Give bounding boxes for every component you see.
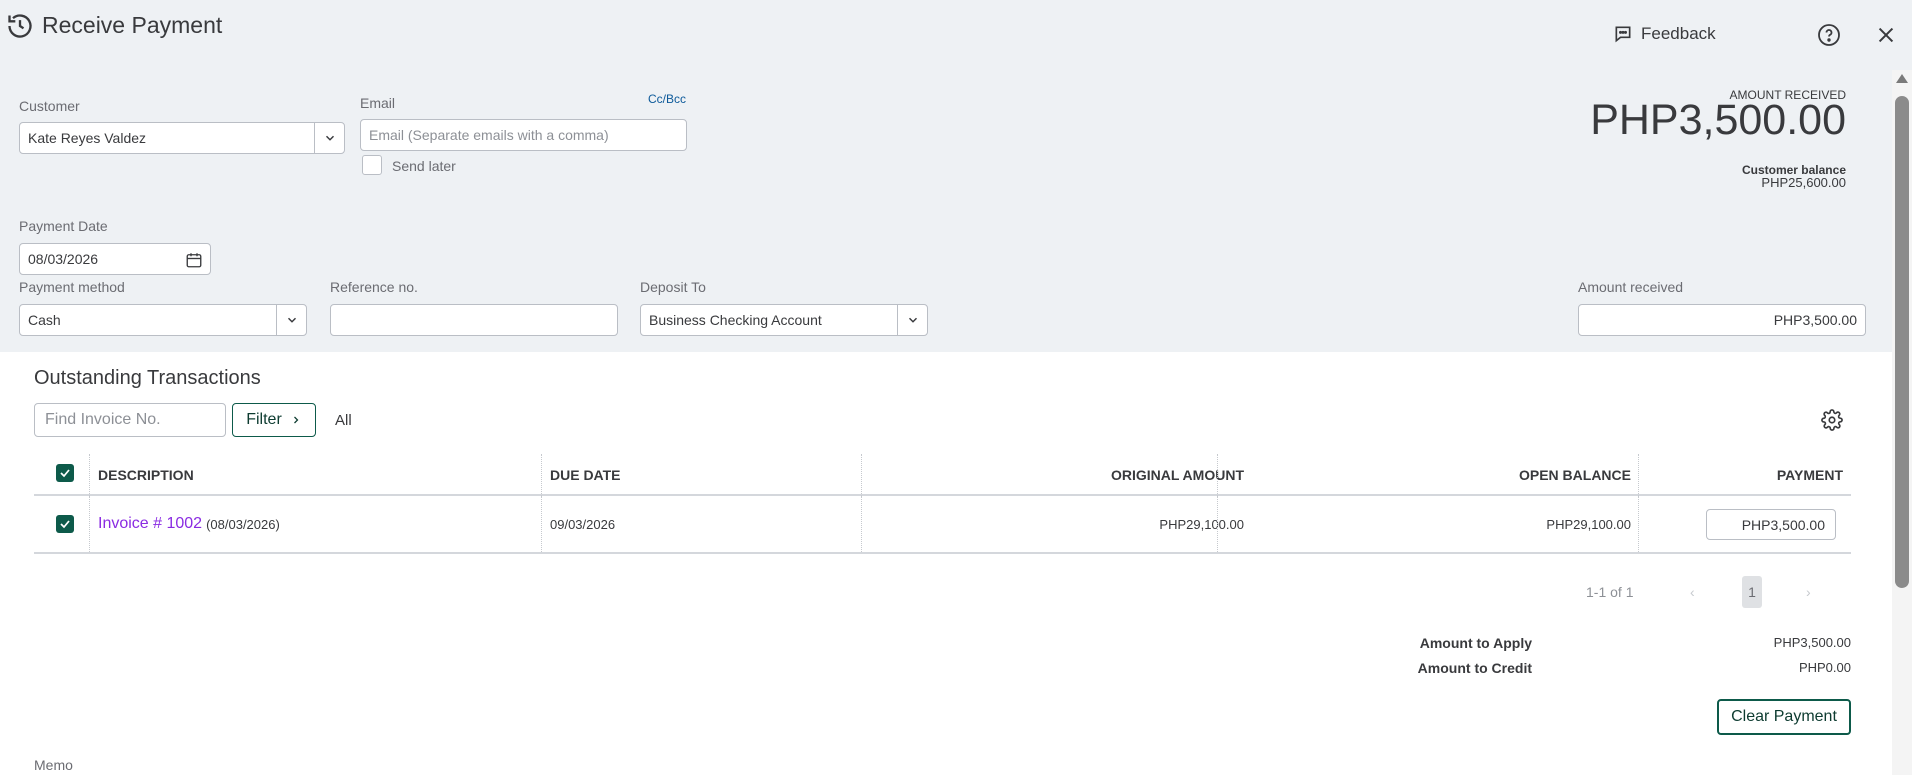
pagination-page-current[interactable]: 1 bbox=[1742, 576, 1762, 608]
payment-date-label: Payment Date bbox=[19, 218, 108, 234]
due-date-cell: 09/03/2026 bbox=[550, 516, 616, 532]
find-invoice-placeholder: Find Invoice No. bbox=[45, 411, 161, 428]
vertical-scrollbar[interactable] bbox=[1892, 70, 1912, 775]
chevron-right-icon bbox=[293, 416, 299, 424]
email-label: Email bbox=[360, 95, 396, 111]
customer-label: Customer bbox=[19, 98, 80, 114]
calendar-icon[interactable] bbox=[185, 251, 203, 269]
row-checkbox[interactable] bbox=[56, 515, 74, 533]
scroll-thumb[interactable] bbox=[1895, 96, 1909, 588]
pagination-range: 1-1 of 1 bbox=[1586, 584, 1634, 600]
history-icon bbox=[8, 14, 32, 38]
feedback-button[interactable]: Feedback bbox=[1613, 22, 1716, 46]
customer-balance-value: PHP25,600.00 bbox=[1761, 175, 1846, 190]
column-header-open-balance[interactable]: OPEN BALANCE bbox=[1519, 454, 1631, 496]
email-input[interactable]: Email (Separate emails with a comma) bbox=[360, 119, 687, 151]
amount-to-credit-value: PHP0.00 bbox=[1798, 660, 1851, 675]
table-row: Invoice # 1002 (08/03/2026) 09/03/2026 P… bbox=[34, 496, 1851, 554]
memo-label: Memo bbox=[34, 757, 73, 773]
payment-method-select[interactable]: Cash bbox=[19, 304, 307, 336]
pagination-prev-button[interactable]: ‹ bbox=[1690, 584, 1695, 600]
payment-date-input[interactable]: 08/03/2026 bbox=[19, 243, 211, 275]
payment-method-label: Payment method bbox=[19, 279, 125, 295]
help-icon[interactable] bbox=[1817, 23, 1841, 47]
original-amount-cell: PHP29,100.00 bbox=[1159, 516, 1244, 532]
description-cell: Invoice # 1002 (08/03/2026) bbox=[98, 496, 280, 552]
feedback-label: Feedback bbox=[1641, 24, 1716, 43]
payment-date-value: 08/03/2026 bbox=[28, 251, 99, 267]
chevron-down-icon[interactable] bbox=[314, 123, 344, 153]
table-header-row: DESCRIPTION DUE DATE ORIGINAL AMOUNT OPE… bbox=[34, 454, 1851, 496]
payment-method-value: Cash bbox=[28, 312, 61, 328]
close-icon[interactable] bbox=[1875, 24, 1897, 46]
filter-value: All bbox=[335, 412, 352, 429]
find-invoice-input[interactable]: Find Invoice No. bbox=[34, 403, 226, 437]
email-placeholder: Email (Separate emails with a comma) bbox=[369, 127, 609, 143]
scroll-up-arrow-icon[interactable] bbox=[1896, 74, 1908, 83]
cc-bcc-link[interactable]: Cc/Bcc bbox=[648, 92, 686, 106]
reference-no-label: Reference no. bbox=[330, 279, 418, 295]
chevron-down-icon[interactable] bbox=[897, 305, 927, 335]
header-bar: Receive Payment Feedback bbox=[0, 0, 1912, 70]
invoice-date: (08/03/2026) bbox=[206, 516, 280, 532]
filter-button[interactable]: Filter bbox=[232, 403, 316, 437]
deposit-to-value: Business Checking Account bbox=[649, 312, 822, 328]
feedback-icon bbox=[1615, 26, 1631, 43]
deposit-to-select[interactable]: Business Checking Account bbox=[640, 304, 928, 336]
invoice-link[interactable]: Invoice # 1002 bbox=[98, 515, 202, 533]
amount-received-value: PHP3,500.00 bbox=[1773, 312, 1857, 328]
customer-value: Kate Reyes Valdez bbox=[28, 130, 147, 146]
send-later-label: Send later bbox=[392, 158, 456, 174]
page-title: Receive Payment bbox=[42, 12, 223, 38]
column-header-due-date[interactable]: DUE DATE bbox=[550, 454, 621, 496]
filter-label: Filter bbox=[246, 411, 282, 428]
chevron-down-icon[interactable] bbox=[276, 305, 306, 335]
amount-to-apply-value: PHP3,500.00 bbox=[1773, 635, 1851, 650]
amount-received-total: PHP3,500.00 bbox=[1590, 96, 1846, 144]
amount-received-input[interactable]: PHP3,500.00 bbox=[1578, 304, 1866, 336]
customer-select[interactable]: Kate Reyes Valdez bbox=[19, 122, 345, 154]
reference-no-input[interactable] bbox=[330, 304, 618, 336]
payment-amount-value: PHP3,500.00 bbox=[1741, 516, 1825, 533]
amount-received-label: Amount received bbox=[1578, 279, 1684, 295]
gear-icon[interactable] bbox=[1821, 409, 1843, 431]
clear-payment-button[interactable]: Clear Payment bbox=[1717, 699, 1851, 735]
column-header-original-amount[interactable]: ORIGINAL AMOUNT bbox=[1111, 454, 1244, 496]
send-later-checkbox[interactable] bbox=[362, 155, 382, 175]
checkmark-icon bbox=[60, 469, 70, 478]
column-header-payment[interactable]: PAYMENT bbox=[1777, 454, 1843, 496]
deposit-to-label: Deposit To bbox=[640, 279, 706, 295]
outstanding-transactions-title: Outstanding Transactions bbox=[34, 367, 261, 389]
payment-amount-input[interactable]: PHP3,500.00 bbox=[1706, 509, 1836, 540]
pagination-next-button[interactable]: › bbox=[1806, 584, 1811, 600]
column-header-description[interactable]: DESCRIPTION bbox=[98, 454, 194, 496]
payment-form-panel: Customer Kate Reyes Valdez Email Cc/Bcc … bbox=[0, 70, 1892, 352]
open-balance-cell: PHP29,100.00 bbox=[1546, 516, 1631, 532]
amount-to-apply-label: Amount to Apply bbox=[1419, 635, 1532, 651]
amount-to-credit-label: Amount to Credit bbox=[1417, 660, 1532, 676]
checkmark-icon bbox=[60, 520, 70, 529]
select-all-checkbox[interactable] bbox=[56, 464, 74, 482]
